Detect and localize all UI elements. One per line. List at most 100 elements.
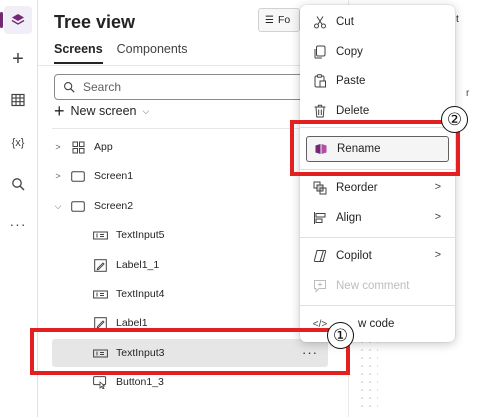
new-screen-label: New screen <box>70 104 137 118</box>
table-icon <box>11 93 25 107</box>
tree-item-label: Button1_3 <box>116 376 164 388</box>
variables-icon: {x} <box>11 137 25 149</box>
search-box[interactable] <box>54 74 306 100</box>
plus-icon: + <box>54 101 65 121</box>
text-input-icon <box>92 347 108 359</box>
align-icon <box>312 210 328 226</box>
tree-item-label1-1[interactable]: Label1_1 <box>52 251 328 279</box>
screen-icon <box>70 170 86 182</box>
menu-item-label: Copilot <box>336 250 372 262</box>
tree-item-textinput5[interactable]: TextInput5 <box>52 221 328 249</box>
menu-item-copy[interactable]: Copy <box>306 39 449 65</box>
scissors-icon <box>312 14 328 30</box>
tree-item-textinput3[interactable]: TextInput3 ··· <box>52 339 328 367</box>
variables-rail-button[interactable]: {x} <box>4 129 32 157</box>
menu-separator <box>300 305 455 306</box>
tree-item-label1[interactable]: Label1 <box>52 309 328 337</box>
format-lines-icon: ☰ <box>265 14 274 26</box>
toolbar-fragment: t <box>456 14 459 25</box>
tree-item-textinput4[interactable]: TextInput4 <box>52 280 328 308</box>
menu-item-label: Cut <box>336 16 354 28</box>
properties-fragment: r <box>466 88 470 99</box>
menu-separator <box>300 127 455 128</box>
tree-item-label: Screen1 <box>94 170 134 182</box>
paste-icon <box>312 73 328 89</box>
menu-item-label: Delete <box>336 105 370 117</box>
tab-components[interactable]: Components <box>117 42 188 64</box>
menu-item-label: Paste <box>336 75 366 87</box>
search-icon <box>12 178 25 191</box>
more-options-button[interactable]: ··· <box>302 345 318 360</box>
text-input-icon <box>92 229 108 241</box>
step-1-badge: ① <box>327 322 354 349</box>
menu-item-reorder[interactable]: Reorder > <box>306 175 449 201</box>
menu-item-label: Copy <box>336 46 363 58</box>
code-icon: </> <box>312 318 328 330</box>
layers-icon <box>11 14 25 25</box>
chevron-right-icon: > <box>434 211 441 223</box>
menu-item-label: Reorder <box>336 182 378 194</box>
search-rail-button[interactable] <box>4 170 32 198</box>
menu-item-label: Align <box>336 212 362 224</box>
step-2-badge: ② <box>441 106 468 133</box>
menu-item-label: w code <box>358 318 395 330</box>
left-rail: + {x} ··· <box>0 0 38 417</box>
label-edit-icon <box>92 316 108 330</box>
screen-icon <box>70 200 86 212</box>
plus-icon: + <box>12 48 24 70</box>
copilot-icon <box>312 248 328 264</box>
menu-item-new-comment[interactable]: New comment <box>306 273 449 299</box>
tree-item-label: App <box>94 141 113 153</box>
data-rail-button[interactable] <box>4 86 32 114</box>
menu-item-rename[interactable]: Rename <box>306 136 449 162</box>
chevron-right-icon: > <box>434 249 441 261</box>
more-rail-button[interactable]: ··· <box>4 210 32 238</box>
menu-separator <box>300 237 455 238</box>
menu-item-label: New comment <box>336 280 410 292</box>
tree-item-label: TextInput4 <box>116 288 165 300</box>
more-icon: ··· <box>9 216 27 232</box>
tree-item-label: TextInput3 <box>116 347 165 359</box>
tree-item-label: Label1 <box>116 317 148 329</box>
divider <box>52 128 332 129</box>
panel-title: Tree view <box>54 12 136 32</box>
chevron-right-icon[interactable]: > <box>52 142 64 152</box>
tree-item-label: Screen2 <box>94 200 134 212</box>
menu-item-cut[interactable]: Cut <box>306 9 449 35</box>
insert-rail-button[interactable]: + <box>4 45 32 73</box>
menu-separator <box>300 169 455 170</box>
menu-item-delete[interactable]: Delete <box>306 98 449 124</box>
app-grid-icon <box>70 141 86 153</box>
tab-screens[interactable]: Screens <box>54 42 103 64</box>
context-menu: Cut Copy Paste Delete Rename Reorder > A… <box>300 5 455 342</box>
tree-view-rail-button[interactable] <box>0 6 32 34</box>
menu-item-paste[interactable]: Paste <box>306 68 449 94</box>
comment-icon <box>312 278 328 294</box>
format-button[interactable]: ☰ Fo <box>258 8 300 32</box>
tree-item-app[interactable]: > App <box>52 133 328 161</box>
rename-icon <box>313 141 329 157</box>
new-screen-button[interactable]: + New screen ⌵ <box>54 101 150 121</box>
menu-item-label: Rename <box>337 143 381 155</box>
copy-icon <box>312 44 328 60</box>
menu-item-align[interactable]: Align > <box>306 205 449 231</box>
label-edit-icon <box>92 258 108 272</box>
chevron-right-icon: > <box>434 181 441 193</box>
tree-item-screen1[interactable]: > Screen1 <box>52 162 328 190</box>
text-input-icon <box>92 288 108 300</box>
tree-item-label: Label1_1 <box>116 259 160 271</box>
button-icon <box>92 375 108 389</box>
chevron-right-icon[interactable]: > <box>52 171 64 181</box>
chevron-down-icon[interactable]: ⌵ <box>52 201 64 212</box>
tree-item-button1-3[interactable]: Button1_3 <box>52 368 328 396</box>
tree-item-label: TextInput5 <box>116 229 165 241</box>
format-label: Fo <box>277 14 291 26</box>
reorder-icon <box>312 180 328 196</box>
tree-item-screen2[interactable]: ⌵ Screen2 <box>52 192 328 220</box>
tree-tabs: Screens Components <box>54 42 188 64</box>
search-icon <box>63 81 75 93</box>
chevron-down-icon: ⌵ <box>142 105 150 116</box>
menu-item-copilot[interactable]: Copilot > <box>306 243 449 269</box>
search-input[interactable] <box>83 80 283 94</box>
trash-icon <box>312 103 328 119</box>
